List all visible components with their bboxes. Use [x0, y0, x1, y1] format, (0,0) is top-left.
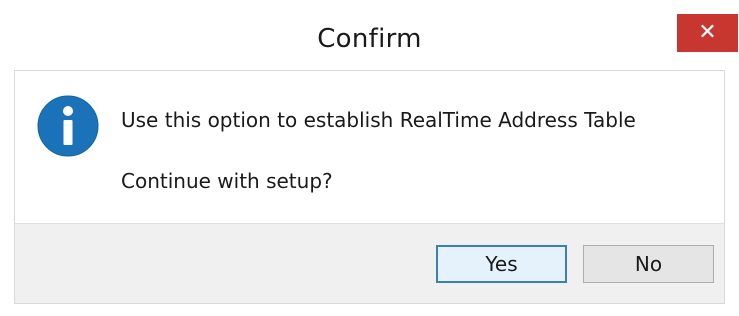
confirm-dialog: Confirm ✕ Use this option to establish R… [0, 0, 739, 316]
button-bar: Yes No [15, 223, 724, 303]
message-area: Use this option to establish RealTime Ad… [15, 71, 724, 223]
close-button[interactable]: ✕ [677, 14, 738, 52]
message-line-2: Continue with setup? [121, 169, 333, 193]
title-bar: Confirm ✕ [0, 0, 739, 70]
no-button[interactable]: No [583, 245, 714, 283]
info-icon [37, 95, 99, 157]
dialog-body: Use this option to establish RealTime Ad… [14, 70, 725, 304]
dialog-title: Confirm [317, 24, 422, 54]
close-icon: ✕ [698, 20, 717, 45]
yes-button[interactable]: Yes [436, 245, 567, 283]
message-line-1: Use this option to establish RealTime Ad… [121, 108, 636, 132]
